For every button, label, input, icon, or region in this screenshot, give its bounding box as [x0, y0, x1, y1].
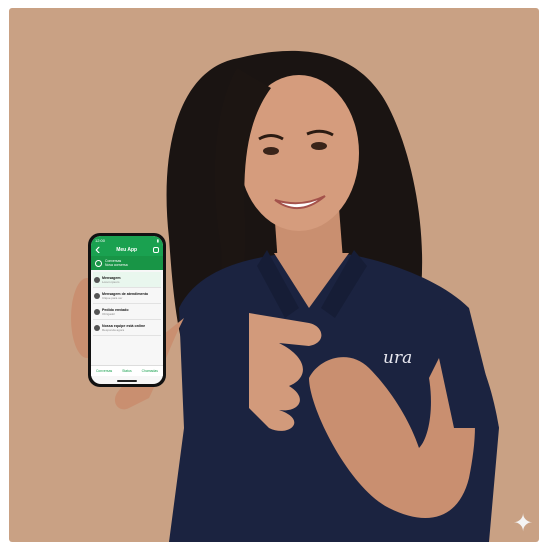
app-header: ‹ Meu App	[91, 241, 163, 259]
avatar	[94, 276, 100, 283]
avatar	[94, 308, 100, 315]
right-eye	[311, 142, 327, 150]
chat-list: Mensagem Lorem ipsum Mensagem de atendim…	[91, 270, 163, 338]
app-title: Meu App	[116, 247, 138, 253]
phone-screen: 12:00 ▮ ‹ Meu App Conversas Nova convers…	[91, 236, 163, 384]
tab-calls[interactable]: Chamadas	[142, 369, 158, 373]
status-bar: 12:00 ▮	[91, 236, 163, 244]
shirt-logo: ura	[383, 348, 413, 368]
list-item[interactable]: Nossa equipe está online Responda agora	[93, 320, 161, 336]
list-item[interactable]: Pedido enviado Obrigado!	[93, 304, 161, 320]
avatar	[94, 324, 100, 331]
banner-line2: Nova conversa	[105, 263, 128, 267]
tab-status[interactable]: Status	[122, 369, 132, 373]
banner[interactable]: Conversas Nova conversa	[91, 256, 163, 270]
avatar	[94, 292, 100, 299]
chat-preview: Clique para ver	[102, 295, 123, 300]
tab-chats[interactable]: Conversas	[96, 369, 112, 373]
battery-icon: ▮	[156, 237, 159, 243]
chat-preview: Responda agora	[102, 327, 125, 332]
smartphone: 12:00 ▮ ‹ Meu App Conversas Nova convers…	[88, 233, 166, 387]
whatsapp-icon	[95, 259, 102, 267]
sparkle-icon: ✦	[513, 510, 534, 537]
chat-preview: Obrigado!	[102, 311, 116, 316]
left-eye	[263, 147, 279, 155]
home-indicator	[117, 380, 137, 382]
back-icon[interactable]: ‹	[95, 241, 100, 259]
chat-preview: Lorem ipsum	[102, 279, 120, 284]
list-item[interactable]: Mensagem Lorem ipsum	[93, 272, 161, 288]
bottom-nav: Conversas Status Chamadas	[91, 365, 163, 376]
list-item[interactable]: Mensagem de atendimento Clique para ver	[93, 288, 161, 304]
menu-icon[interactable]	[152, 247, 159, 253]
